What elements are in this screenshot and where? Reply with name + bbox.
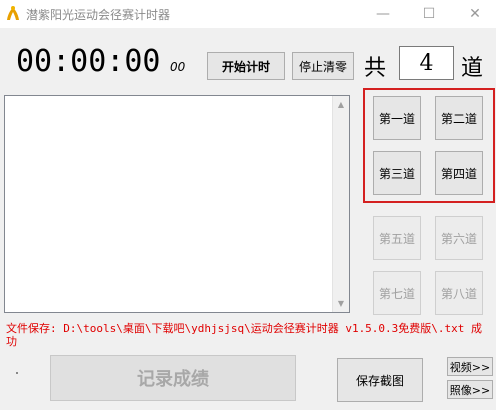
photo-button[interactable]: 照像>> — [447, 380, 493, 399]
lane-3-button[interactable]: 第三道 — [373, 151, 421, 195]
results-log[interactable]: ▲ ▼ — [4, 95, 350, 313]
scroll-up-icon[interactable]: ▲ — [333, 96, 349, 113]
log-scrollbar[interactable]: ▲ ▼ — [332, 96, 349, 312]
lane-1-button[interactable]: 第一道 — [373, 96, 421, 140]
save-screenshot-button[interactable]: 保存截图 — [337, 358, 423, 402]
start-timing-button[interactable]: 开始计时 — [207, 52, 285, 80]
record-result-button[interactable]: 记录成绩 — [50, 355, 296, 401]
video-button[interactable]: 视频>> — [447, 357, 493, 376]
total-label: 共 — [364, 56, 387, 81]
window-title: 潜紫阳光运动会径赛计时器 — [26, 8, 171, 22]
lane-5-button[interactable]: 第五道 — [373, 216, 421, 260]
lane-4-button[interactable]: 第四道 — [435, 151, 483, 195]
lane-unit-label: 道 — [461, 56, 484, 81]
save-path-status: 文件保存: D:\tools\桌面\下载吧\ydhjsjsq\运动会径赛计时器 … — [6, 322, 483, 348]
lane-2-button[interactable]: 第二道 — [435, 96, 483, 140]
decorative-dot — [16, 372, 18, 374]
runner-logo-icon — [7, 6, 19, 20]
lane-count-input[interactable]: 4 — [399, 46, 454, 80]
timer-fraction: 00 — [170, 60, 186, 74]
scroll-down-icon[interactable]: ▼ — [333, 295, 349, 312]
stop-reset-button[interactable]: 停止清零 — [292, 52, 354, 80]
maximize-button[interactable]: ☐ — [406, 0, 452, 28]
lane-8-button[interactable]: 第八道 — [435, 271, 483, 315]
lane-6-button[interactable]: 第六道 — [435, 216, 483, 260]
timer-display: 00:00:00 — [16, 44, 161, 79]
title-bar: 潜紫阳光运动会径赛计时器 — ☐ ✕ — [0, 0, 496, 28]
close-button[interactable]: ✕ — [452, 0, 496, 28]
lane-7-button[interactable]: 第七道 — [373, 271, 421, 315]
minimize-button[interactable]: — — [360, 0, 406, 28]
